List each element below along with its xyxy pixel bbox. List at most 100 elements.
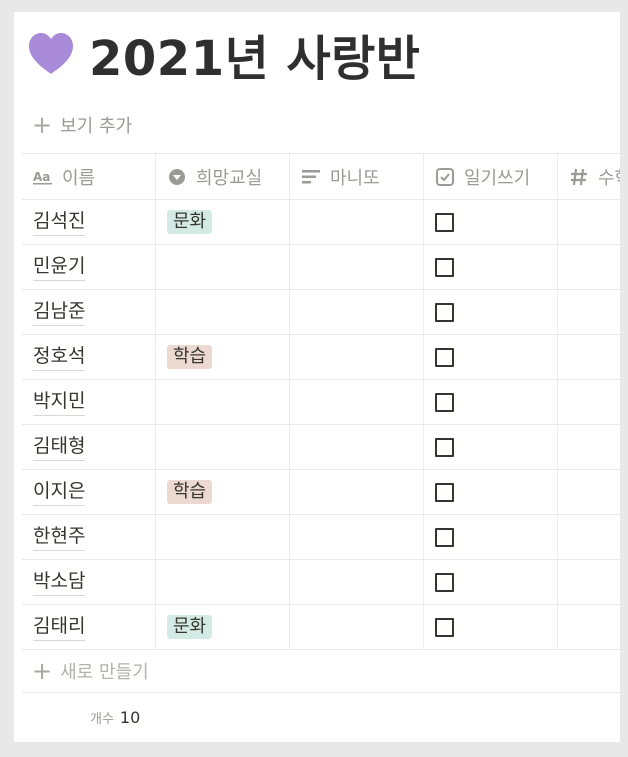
cell-name[interactable]: 김태리 [22,605,156,649]
cell-math[interactable] [558,290,620,334]
table-row[interactable]: 박소담 [22,560,620,605]
table-row[interactable]: 정호석 학습 [22,335,620,380]
table-row[interactable]: 한현주 [22,515,620,560]
add-view-label: 보기 추가 [60,116,133,137]
row-name[interactable]: 김석진 [33,209,86,236]
row-name[interactable]: 김남준 [33,299,86,326]
cell-hope-class[interactable]: 문화 [156,605,290,649]
row-name[interactable]: 박소담 [33,569,86,596]
row-name[interactable]: 민윤기 [33,254,86,281]
cell-manito[interactable] [290,605,424,649]
cell-name[interactable]: 민윤기 [22,245,156,289]
cell-math[interactable] [558,560,620,604]
cell-manito[interactable] [290,470,424,514]
cell-diary[interactable] [424,425,558,469]
cell-name[interactable]: 김태형 [22,425,156,469]
cell-name[interactable]: 김남준 [22,290,156,334]
cell-math[interactable] [558,335,620,379]
cell-diary[interactable] [424,470,558,514]
cell-hope-class[interactable] [156,560,290,604]
row-name[interactable]: 정호석 [33,344,86,371]
column-header-name[interactable]: Aa 이름 [22,154,156,199]
cell-manito[interactable] [290,200,424,244]
cell-hope-class[interactable] [156,290,290,334]
cell-hope-class[interactable]: 문화 [156,200,290,244]
cell-name[interactable]: 정호석 [22,335,156,379]
diary-checkbox[interactable] [435,302,454,322]
diary-checkbox[interactable] [435,482,454,502]
table-row[interactable]: 이지은 학습 [22,470,620,515]
cell-hope-class[interactable]: 학습 [156,470,290,514]
cell-diary[interactable] [424,200,558,244]
cell-name[interactable]: 박지민 [22,380,156,424]
table-row[interactable]: 김남준 [22,290,620,335]
cell-manito[interactable] [290,515,424,559]
column-header-label: 마니또 [330,167,380,189]
row-name[interactable]: 김태리 [33,614,86,641]
count-label: 개수 [90,711,114,727]
cell-math[interactable] [558,605,620,649]
cell-manito[interactable] [290,560,424,604]
row-name[interactable]: 이지은 [33,479,86,506]
table-row[interactable]: 민윤기 [22,245,620,290]
diary-checkbox[interactable] [435,527,454,547]
cell-math[interactable] [558,380,620,424]
diary-checkbox[interactable] [435,392,454,412]
column-header-manito[interactable]: 마니또 [290,154,424,199]
cell-diary[interactable] [424,605,558,649]
purple-heart-icon[interactable] [26,29,76,79]
select-property-icon [167,167,187,187]
diary-checkbox[interactable] [435,617,454,637]
row-name[interactable]: 김태형 [33,434,86,461]
cell-name[interactable]: 한현주 [22,515,156,559]
cell-math[interactable] [558,245,620,289]
table-row[interactable]: 김석진 문화 [22,200,620,245]
cell-math[interactable] [558,515,620,559]
diary-checkbox[interactable] [435,212,454,232]
diary-checkbox[interactable] [435,437,454,457]
cell-diary[interactable] [424,515,558,559]
table-row[interactable]: 김태형 [22,425,620,470]
cell-math[interactable] [558,470,620,514]
cell-diary[interactable] [424,335,558,379]
cell-diary[interactable] [424,380,558,424]
cell-manito[interactable] [290,290,424,334]
cell-diary[interactable] [424,290,558,334]
table-row[interactable]: 김태리 문화 [22,605,620,650]
diary-checkbox[interactable] [435,257,454,277]
cell-diary[interactable] [424,245,558,289]
cell-manito[interactable] [290,335,424,379]
select-tag: 문화 [167,210,213,234]
cell-name[interactable]: 이지은 [22,470,156,514]
cell-diary[interactable] [424,560,558,604]
column-header-math[interactable]: 수학 [558,154,620,199]
cell-hope-class[interactable] [156,425,290,469]
cell-hope-class[interactable]: 학습 [156,335,290,379]
cell-hope-class[interactable] [156,380,290,424]
cell-name[interactable]: 김석진 [22,200,156,244]
row-name[interactable]: 박지민 [33,389,86,416]
cell-manito[interactable] [290,380,424,424]
diary-checkbox[interactable] [435,347,454,367]
page-title[interactable]: 2021년 사랑반 [89,19,420,89]
select-tag: 학습 [167,480,213,504]
table-row[interactable]: 박지민 [22,380,620,425]
row-name[interactable]: 한현주 [33,524,86,551]
page-header: 2021년 사랑반 [26,24,420,87]
count-value: 10 [119,707,141,727]
column-header-hope-class[interactable]: 희망교실 [156,154,290,199]
cell-manito[interactable] [290,425,424,469]
new-row-button[interactable]: + 새로 만들기 [22,650,620,693]
cell-manito[interactable] [290,245,424,289]
select-tag: 문화 [167,615,213,639]
cell-hope-class[interactable] [156,245,290,289]
add-view-button[interactable]: + 보기 추가 [32,113,132,137]
number-property-icon [569,167,589,187]
checkbox-property-icon [435,167,455,187]
diary-checkbox[interactable] [435,572,454,592]
cell-hope-class[interactable] [156,515,290,559]
cell-name[interactable]: 박소담 [22,560,156,604]
cell-math[interactable] [558,425,620,469]
cell-math[interactable] [558,200,620,244]
column-header-diary[interactable]: 일기쓰기 [424,154,558,199]
